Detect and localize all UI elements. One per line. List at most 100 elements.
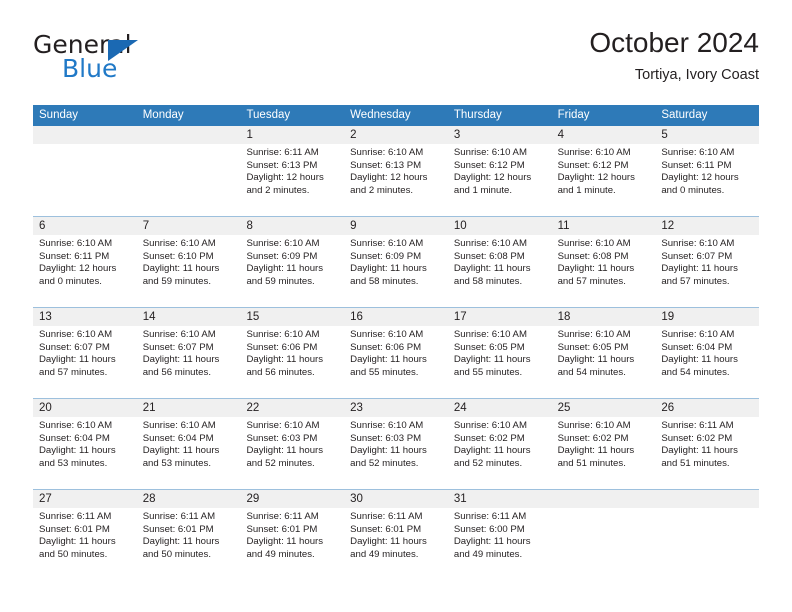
day-number[interactable]: 20 (33, 399, 137, 417)
day-cell[interactable]: Sunrise: 6:10 AM Sunset: 6:12 PM Dayligh… (448, 144, 552, 216)
day-number[interactable]: 29 (240, 490, 344, 508)
weekday-header-row: Sunday Monday Tuesday Wednesday Thursday… (33, 105, 759, 126)
sunrise-text: Sunrise: 6:10 AM (453, 329, 527, 340)
day-number[interactable]: 12 (655, 217, 759, 235)
day-number[interactable]: 16 (344, 308, 448, 326)
daylight-text-line1: Daylight: 11 hours (142, 263, 220, 275)
day-number[interactable] (655, 490, 759, 508)
day-cell[interactable]: Sunrise: 6:10 AM Sunset: 6:02 PM Dayligh… (448, 417, 552, 489)
day-cell[interactable]: Sunrise: 6:11 AM Sunset: 6:01 PM Dayligh… (344, 508, 448, 580)
day-cell[interactable]: Sunrise: 6:10 AM Sunset: 6:08 PM Dayligh… (448, 235, 552, 307)
daylight-text-line1: Daylight: 11 hours (350, 354, 427, 366)
day-cell[interactable]: Sunrise: 6:10 AM Sunset: 6:07 PM Dayligh… (33, 326, 137, 398)
day-cell[interactable]: Sunrise: 6:10 AM Sunset: 6:06 PM Dayligh… (344, 326, 448, 398)
day-cell[interactable]: Sunrise: 6:10 AM Sunset: 6:12 PM Dayligh… (552, 144, 656, 216)
day-cell[interactable]: Sunrise: 6:10 AM Sunset: 6:03 PM Dayligh… (240, 417, 344, 489)
page-subtitle: Tortiya, Ivory Coast (634, 67, 759, 83)
day-number[interactable]: 25 (552, 399, 656, 417)
daylight-text-line2: and 55 minutes. (350, 366, 419, 378)
day-number[interactable] (552, 490, 656, 508)
day-cell[interactable]: Sunrise: 6:10 AM Sunset: 6:11 PM Dayligh… (33, 235, 137, 307)
day-cell[interactable]: Sunrise: 6:11 AM Sunset: 6:13 PM Dayligh… (240, 144, 344, 216)
day-cell[interactable] (137, 144, 241, 216)
day-cell[interactable] (552, 508, 656, 580)
sunset-text: Sunset: 6:01 PM (39, 523, 110, 535)
day-cell[interactable]: Sunrise: 6:10 AM Sunset: 6:10 PM Dayligh… (137, 235, 241, 307)
day-number[interactable]: 8 (240, 217, 344, 235)
day-cell[interactable]: Sunrise: 6:10 AM Sunset: 6:03 PM Dayligh… (344, 417, 448, 489)
day-number[interactable]: 30 (344, 490, 448, 508)
day-number[interactable]: 26 (655, 399, 759, 417)
sunrise-text: Sunrise: 6:10 AM (246, 238, 320, 249)
daylight-text-line1: Daylight: 11 hours (39, 354, 116, 366)
day-number[interactable]: 17 (448, 308, 552, 326)
day-cell[interactable]: Sunrise: 6:10 AM Sunset: 6:11 PM Dayligh… (655, 144, 759, 216)
day-cell[interactable]: Sunrise: 6:10 AM Sunset: 6:09 PM Dayligh… (344, 235, 448, 307)
day-cell[interactable]: Sunrise: 6:11 AM Sunset: 6:01 PM Dayligh… (33, 508, 137, 580)
day-cell[interactable]: Sunrise: 6:11 AM Sunset: 6:01 PM Dayligh… (137, 508, 241, 580)
day-cell[interactable]: Sunrise: 6:10 AM Sunset: 6:05 PM Dayligh… (552, 326, 656, 398)
day-number[interactable]: 31 (448, 490, 552, 508)
day-number[interactable]: 7 (137, 217, 241, 235)
sunrise-text: Sunrise: 6:10 AM (350, 147, 424, 158)
daylight-text-line1: Daylight: 11 hours (246, 536, 324, 548)
day-number[interactable]: 24 (448, 399, 552, 417)
day-number[interactable]: 5 (655, 126, 759, 144)
page-title: October 2024 (589, 27, 759, 58)
day-cell[interactable]: Sunrise: 6:10 AM Sunset: 6:02 PM Dayligh… (552, 417, 656, 489)
day-number[interactable]: 9 (344, 217, 448, 235)
sunrise-text: Sunrise: 6:10 AM (142, 420, 216, 431)
day-number[interactable]: 28 (137, 490, 241, 508)
day-cell[interactable]: Sunrise: 6:10 AM Sunset: 6:09 PM Dayligh… (240, 235, 344, 307)
day-number[interactable]: 21 (137, 399, 241, 417)
daylight-text-line2: and 59 minutes. (142, 275, 211, 287)
day-number[interactable]: 14 (137, 308, 241, 326)
day-number[interactable]: 15 (240, 308, 344, 326)
day-number[interactable] (137, 126, 241, 144)
day-number[interactable]: 1 (240, 126, 344, 144)
day-cell[interactable]: Sunrise: 6:10 AM Sunset: 6:07 PM Dayligh… (655, 235, 759, 307)
day-cell[interactable] (33, 144, 137, 216)
sunset-text: Sunset: 6:11 PM (39, 250, 110, 262)
day-number[interactable]: 4 (552, 126, 656, 144)
day-cell[interactable]: Sunrise: 6:10 AM Sunset: 6:06 PM Dayligh… (240, 326, 344, 398)
sunrise-text: Sunrise: 6:10 AM (142, 329, 216, 340)
day-number[interactable]: 6 (33, 217, 137, 235)
calendar-week-row: 20 21 22 23 24 25 26 Sunrise: 6:10 AM Su… (33, 398, 759, 489)
general-blue-logo[interactable]: General Blue (33, 30, 223, 92)
day-number[interactable]: 13 (33, 308, 137, 326)
day-cell[interactable]: Sunrise: 6:10 AM Sunset: 6:05 PM Dayligh… (448, 326, 552, 398)
sunset-text: Sunset: 6:01 PM (350, 523, 422, 535)
daylight-text-line2: and 57 minutes. (557, 275, 626, 287)
day-number[interactable]: 23 (344, 399, 448, 417)
day-cell[interactable]: Sunrise: 6:10 AM Sunset: 6:04 PM Dayligh… (137, 417, 241, 489)
day-number[interactable]: 10 (448, 217, 552, 235)
daylight-text-line1: Daylight: 11 hours (453, 445, 531, 457)
daylight-text-line2: and 57 minutes. (661, 275, 730, 287)
day-number[interactable]: 11 (552, 217, 656, 235)
daylight-text-line1: Daylight: 11 hours (557, 263, 635, 275)
day-number[interactable]: 18 (552, 308, 656, 326)
weekday-header-sunday: Sunday (39, 109, 79, 121)
day-cell[interactable]: Sunrise: 6:11 AM Sunset: 6:02 PM Dayligh… (655, 417, 759, 489)
day-number[interactable]: 19 (655, 308, 759, 326)
day-cell[interactable]: Sunrise: 6:10 AM Sunset: 6:07 PM Dayligh… (137, 326, 241, 398)
daylight-text-line2: and 51 minutes. (557, 457, 626, 469)
day-number[interactable]: 27 (33, 490, 137, 508)
sunset-text: Sunset: 6:12 PM (453, 159, 525, 171)
day-cell[interactable]: Sunrise: 6:11 AM Sunset: 6:01 PM Dayligh… (240, 508, 344, 580)
day-cell[interactable]: Sunrise: 6:10 AM Sunset: 6:04 PM Dayligh… (33, 417, 137, 489)
day-number[interactable]: 3 (448, 126, 552, 144)
day-number[interactable]: 2 (344, 126, 448, 144)
sunset-text: Sunset: 6:06 PM (246, 341, 318, 353)
day-number[interactable]: 22 (240, 399, 344, 417)
day-cell[interactable]: Sunrise: 6:10 AM Sunset: 6:13 PM Dayligh… (344, 144, 448, 216)
sunrise-text: Sunrise: 6:11 AM (350, 511, 423, 522)
day-cell[interactable]: Sunrise: 6:11 AM Sunset: 6:00 PM Dayligh… (448, 508, 552, 580)
day-number[interactable] (33, 126, 137, 144)
day-cell[interactable]: Sunrise: 6:10 AM Sunset: 6:08 PM Dayligh… (552, 235, 656, 307)
daylight-text-line1: Daylight: 11 hours (350, 445, 427, 457)
day-cell[interactable] (655, 508, 759, 580)
day-cell[interactable]: Sunrise: 6:10 AM Sunset: 6:04 PM Dayligh… (655, 326, 759, 398)
sunrise-text: Sunrise: 6:11 AM (246, 147, 319, 158)
